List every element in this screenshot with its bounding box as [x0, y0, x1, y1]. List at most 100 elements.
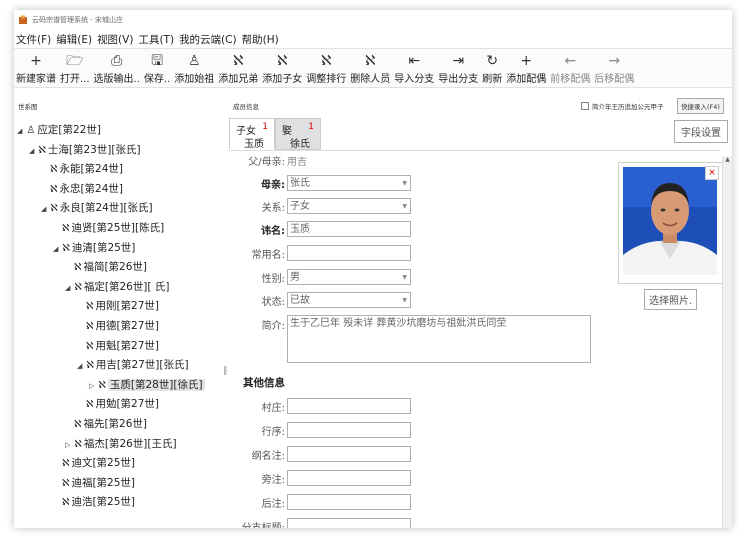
plus-icon: + — [30, 53, 42, 69]
toolbar-button[interactable]: ⇥ 导出分支 — [436, 49, 480, 87]
toolbar-button[interactable]: ℵ 删除人员 — [348, 49, 392, 87]
name-input[interactable]: 玉质 — [287, 221, 411, 237]
splitter-grip-icon[interactable]: ‖ — [223, 366, 228, 376]
person-icon: ℵ — [74, 281, 82, 293]
folder-open-icon: 🗁 — [66, 53, 84, 69]
tree-node[interactable]: ◢ ℵ 福定[第26世][ 氏] — [65, 279, 169, 295]
ancestor-icon: ♙ — [187, 53, 201, 69]
ganzhi-checkbox[interactable]: 简介年王历追加公元甲子 — [581, 101, 664, 111]
tree-node[interactable]: ℵ 用德[第27世] — [86, 318, 159, 334]
expanded-arrow-icon[interactable]: ◢ — [53, 245, 58, 253]
person-sort-icon: ℵ — [321, 53, 332, 69]
collapsed-arrow-icon[interactable]: ▷ — [89, 382, 94, 390]
tree-node[interactable]: ℵ 永能[第24世] — [50, 161, 123, 177]
remove-photo-icon[interactable]: × — [705, 166, 719, 180]
toolbar-button-label: 导入分支 — [394, 74, 435, 85]
menu-item[interactable]: 视图(V) — [97, 32, 133, 47]
chevron-down-icon: ▼ — [402, 203, 407, 210]
family-tree: ◢ ♙ 应定[第22世] ◢ ℵ 士海[第23世][张氏] ℵ 永能[第24世] ℵ 永忠[第24… — [14, 116, 221, 528]
tree-node[interactable]: ◢ ℵ 迪清[第25世] — [53, 240, 135, 256]
mother-select[interactable]: 张氏 ▼ — [287, 175, 411, 191]
toolbar-button[interactable]: 🖫 保存.. — [142, 49, 172, 87]
branch-title-input[interactable] — [287, 518, 411, 528]
toolbar-button[interactable]: ℵ 调整排行 — [304, 49, 348, 87]
toolbar-button-label: 添加配偶 — [506, 74, 547, 85]
toolbar-button[interactable]: → 后移配偶 — [592, 49, 636, 87]
toolbar-button[interactable]: 🗁 打开... — [58, 49, 92, 87]
toolbar-button-label: 添加子女 — [262, 74, 303, 85]
toolbar-button[interactable]: ⇤ 导入分支 — [392, 49, 436, 87]
detail-panel-label: 成员信息 — [233, 103, 259, 111]
expanded-arrow-icon[interactable]: ◢ — [17, 127, 22, 135]
gender-label: 性别: — [261, 273, 285, 285]
person-icon: ℵ — [86, 360, 94, 372]
common-name-input[interactable] — [287, 245, 411, 261]
menu-item[interactable]: 帮助(H) — [242, 32, 279, 47]
member-tab[interactable]: 娶徐氏 1 — [275, 118, 321, 150]
gender-select[interactable]: 男 ▼ — [287, 269, 411, 285]
form-scrollbar[interactable]: ▲ — [722, 156, 732, 528]
status-select[interactable]: 已故 ▼ — [287, 292, 411, 308]
tree-node[interactable]: ℵ 用勉[第27世] — [86, 396, 159, 412]
arrow-right-icon: → — [608, 53, 621, 69]
tree-node[interactable]: ℵ 用刚[第27世] — [86, 298, 159, 314]
tree-node[interactable]: ℵ 迪贤[第25世][陈氏] — [62, 220, 164, 236]
order-input[interactable] — [287, 422, 411, 438]
relation-select[interactable]: 子女 ▼ — [287, 198, 411, 214]
note-input[interactable] — [287, 446, 411, 462]
expanded-arrow-icon[interactable]: ◢ — [77, 362, 82, 370]
side-note-input[interactable] — [287, 470, 411, 486]
tree-node[interactable]: ℵ 福简[第26世] — [74, 259, 147, 275]
toolbar-button[interactable]: + 添加配偶 — [504, 49, 548, 87]
tree-node[interactable]: ◢ ℵ 用吉[第27世][张氏] — [77, 357, 189, 373]
tree-node[interactable]: ◢ ℵ 士海[第23世][张氏] — [29, 142, 141, 158]
tree-node[interactable]: ℵ 迪福[第25世] — [62, 475, 135, 491]
toolbar-button[interactable]: ℵ 添加兄弟 — [216, 49, 260, 87]
toolbar-button[interactable]: ↻ 刷新 — [480, 49, 504, 87]
expanded-arrow-icon[interactable]: ◢ — [65, 284, 70, 292]
village-input[interactable] — [287, 398, 411, 414]
menu-item[interactable]: 工具(T) — [138, 32, 174, 47]
choose-photo-button[interactable]: 选择照片. — [644, 289, 698, 310]
person-remove-icon: ℵ — [365, 53, 376, 69]
tree-node[interactable]: ▷ ℵ 玉质[第28世][徐氏] — [89, 377, 205, 393]
menu-item[interactable]: 我的云端(C) — [179, 32, 237, 47]
tree-node[interactable]: ℵ 用魁[第27世] — [86, 338, 159, 354]
tab-badge: 1 — [262, 122, 268, 132]
menu-item[interactable]: 文件(F) — [16, 32, 51, 47]
toolbar-button[interactable]: ♙ 添加始祖 — [172, 49, 216, 87]
toolbar-button[interactable]: + 新建家谱 — [14, 49, 58, 87]
tree-node[interactable]: ℵ 永忠[第24世] — [50, 181, 123, 197]
export-branch-icon: ⇥ — [452, 53, 465, 69]
menu-item[interactable]: 编辑(E) — [56, 32, 92, 47]
tree-node[interactable]: ◢ ♙ 应定[第22世] — [17, 122, 101, 138]
toolbar-button[interactable]: ⎙ 选版输出.. — [92, 49, 142, 87]
back-note-input[interactable] — [287, 494, 411, 510]
bio-textarea[interactable]: 生于乙巳年 殁未详 葬黄沙坑磨坊与祖妣洪氏同茔 — [287, 315, 591, 363]
tree-node[interactable]: ▷ ℵ 福杰[第26世][王氏] — [65, 436, 177, 452]
tree-node[interactable]: ℵ 福先[第26世] — [74, 416, 147, 432]
tree-node[interactable]: ℵ 迪文[第25世] — [62, 455, 135, 471]
mother-label: 母亲: — [261, 179, 285, 191]
tree-node-label: 士海[第23世][张氏] — [47, 143, 141, 156]
collapsed-arrow-icon[interactable]: ▷ — [65, 441, 70, 449]
expanded-arrow-icon[interactable]: ◢ — [29, 147, 34, 155]
arrow-left-icon: ← — [564, 53, 577, 69]
field-settings-button[interactable]: 字段设置 — [674, 120, 728, 143]
common-name-label: 常用名: — [251, 249, 285, 261]
splitter[interactable]: ‖ — [221, 116, 228, 528]
toolbar-button-label: 调整排行 — [306, 74, 347, 85]
toolbar-button[interactable]: ← 前移配偶 — [548, 49, 592, 87]
quick-entry-button[interactable]: 快捷录入(F4) — [677, 98, 724, 114]
toolbar-button[interactable]: ℵ 添加子女 — [260, 49, 304, 87]
relation-label: 关系: — [261, 202, 285, 214]
panel-labels: 世系图 成员信息 简介年王历追加公元甲子 快捷录入(F4) — [14, 98, 732, 114]
checkbox-box[interactable] — [581, 102, 589, 110]
expanded-arrow-icon[interactable]: ◢ — [41, 205, 46, 213]
import-branch-icon: ⇤ — [408, 53, 421, 69]
scroll-up-icon[interactable]: ▲ — [723, 156, 732, 163]
tree-node[interactable]: ◢ ℵ 永良[第24世][张氏] — [41, 200, 153, 216]
member-tab[interactable]: 子女 玉质 1 — [229, 118, 275, 150]
tree-node[interactable]: ℵ 迪浩[第25世] — [62, 494, 135, 510]
village-row: 村庄: — [229, 397, 411, 415]
